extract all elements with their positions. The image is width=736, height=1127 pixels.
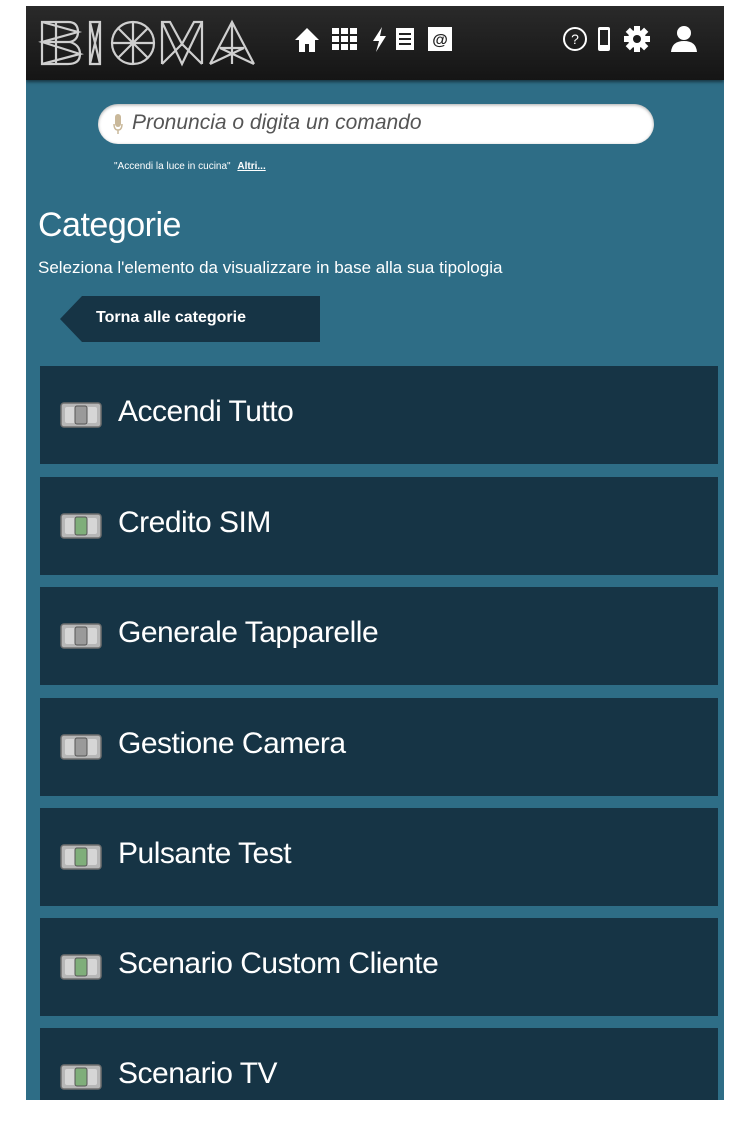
user-icon[interactable] (668, 24, 700, 58)
home-icon[interactable] (294, 24, 320, 58)
bioma-logo[interactable] (38, 18, 286, 73)
voice-command-bar[interactable] (98, 104, 654, 144)
list-item-label: Scenario Custom Cliente (118, 947, 439, 980)
list-item[interactable]: Credito SIM (40, 477, 718, 575)
grid-icon[interactable] (330, 24, 360, 58)
microphone-icon[interactable] (112, 113, 124, 140)
switch-icon (60, 842, 102, 877)
page-title: Categorie (38, 206, 181, 244)
switch-icon (60, 621, 102, 656)
app-screen: @ ? Pronuncia o digita un comando "Accen… (26, 6, 724, 1100)
command-hint-text: "Accendi la luce in cucina" (114, 161, 231, 172)
list-item[interactable]: Scenario Custom Cliente (40, 918, 718, 1016)
list-item[interactable]: Generale Tapparelle (40, 587, 718, 685)
help-icon[interactable]: ? (562, 24, 588, 58)
command-hint: "Accendi la luce in cucina" Altri... (114, 161, 266, 172)
list-item-label: Pulsante Test (118, 837, 292, 870)
list-item-label: Credito SIM (118, 506, 271, 539)
list-item-label: Generale Tapparelle (118, 616, 379, 649)
list-item-label: Gestione Camera (118, 727, 346, 760)
command-input[interactable] (132, 109, 632, 137)
phone-icon[interactable] (596, 24, 612, 58)
svg-text:@: @ (432, 32, 448, 49)
lightning-icon[interactable] (370, 24, 388, 58)
document-icon[interactable] (394, 24, 416, 58)
svg-text:?: ? (571, 31, 579, 47)
list-item-label: Scenario TV (118, 1057, 278, 1090)
switch-icon (60, 511, 102, 546)
switch-icon (60, 952, 102, 987)
switch-icon (60, 1062, 102, 1097)
list-item-label: Accendi Tutto (118, 395, 294, 428)
list-item[interactable]: Accendi Tutto (40, 366, 718, 464)
at-icon[interactable]: @ (426, 24, 454, 58)
back-button-label: Torna alle categorie (96, 309, 246, 326)
switch-icon (60, 400, 102, 435)
list-item[interactable]: Scenario TV (40, 1028, 718, 1100)
top-bar: @ ? (26, 6, 724, 80)
gear-icon[interactable] (622, 24, 652, 58)
more-commands-link[interactable]: Altri... (237, 161, 265, 172)
page-subtitle: Seleziona l'elemento da visualizzare in … (38, 258, 503, 277)
switch-icon (60, 732, 102, 767)
list-item[interactable]: Gestione Camera (40, 698, 718, 796)
list-item[interactable]: Pulsante Test (40, 808, 718, 906)
